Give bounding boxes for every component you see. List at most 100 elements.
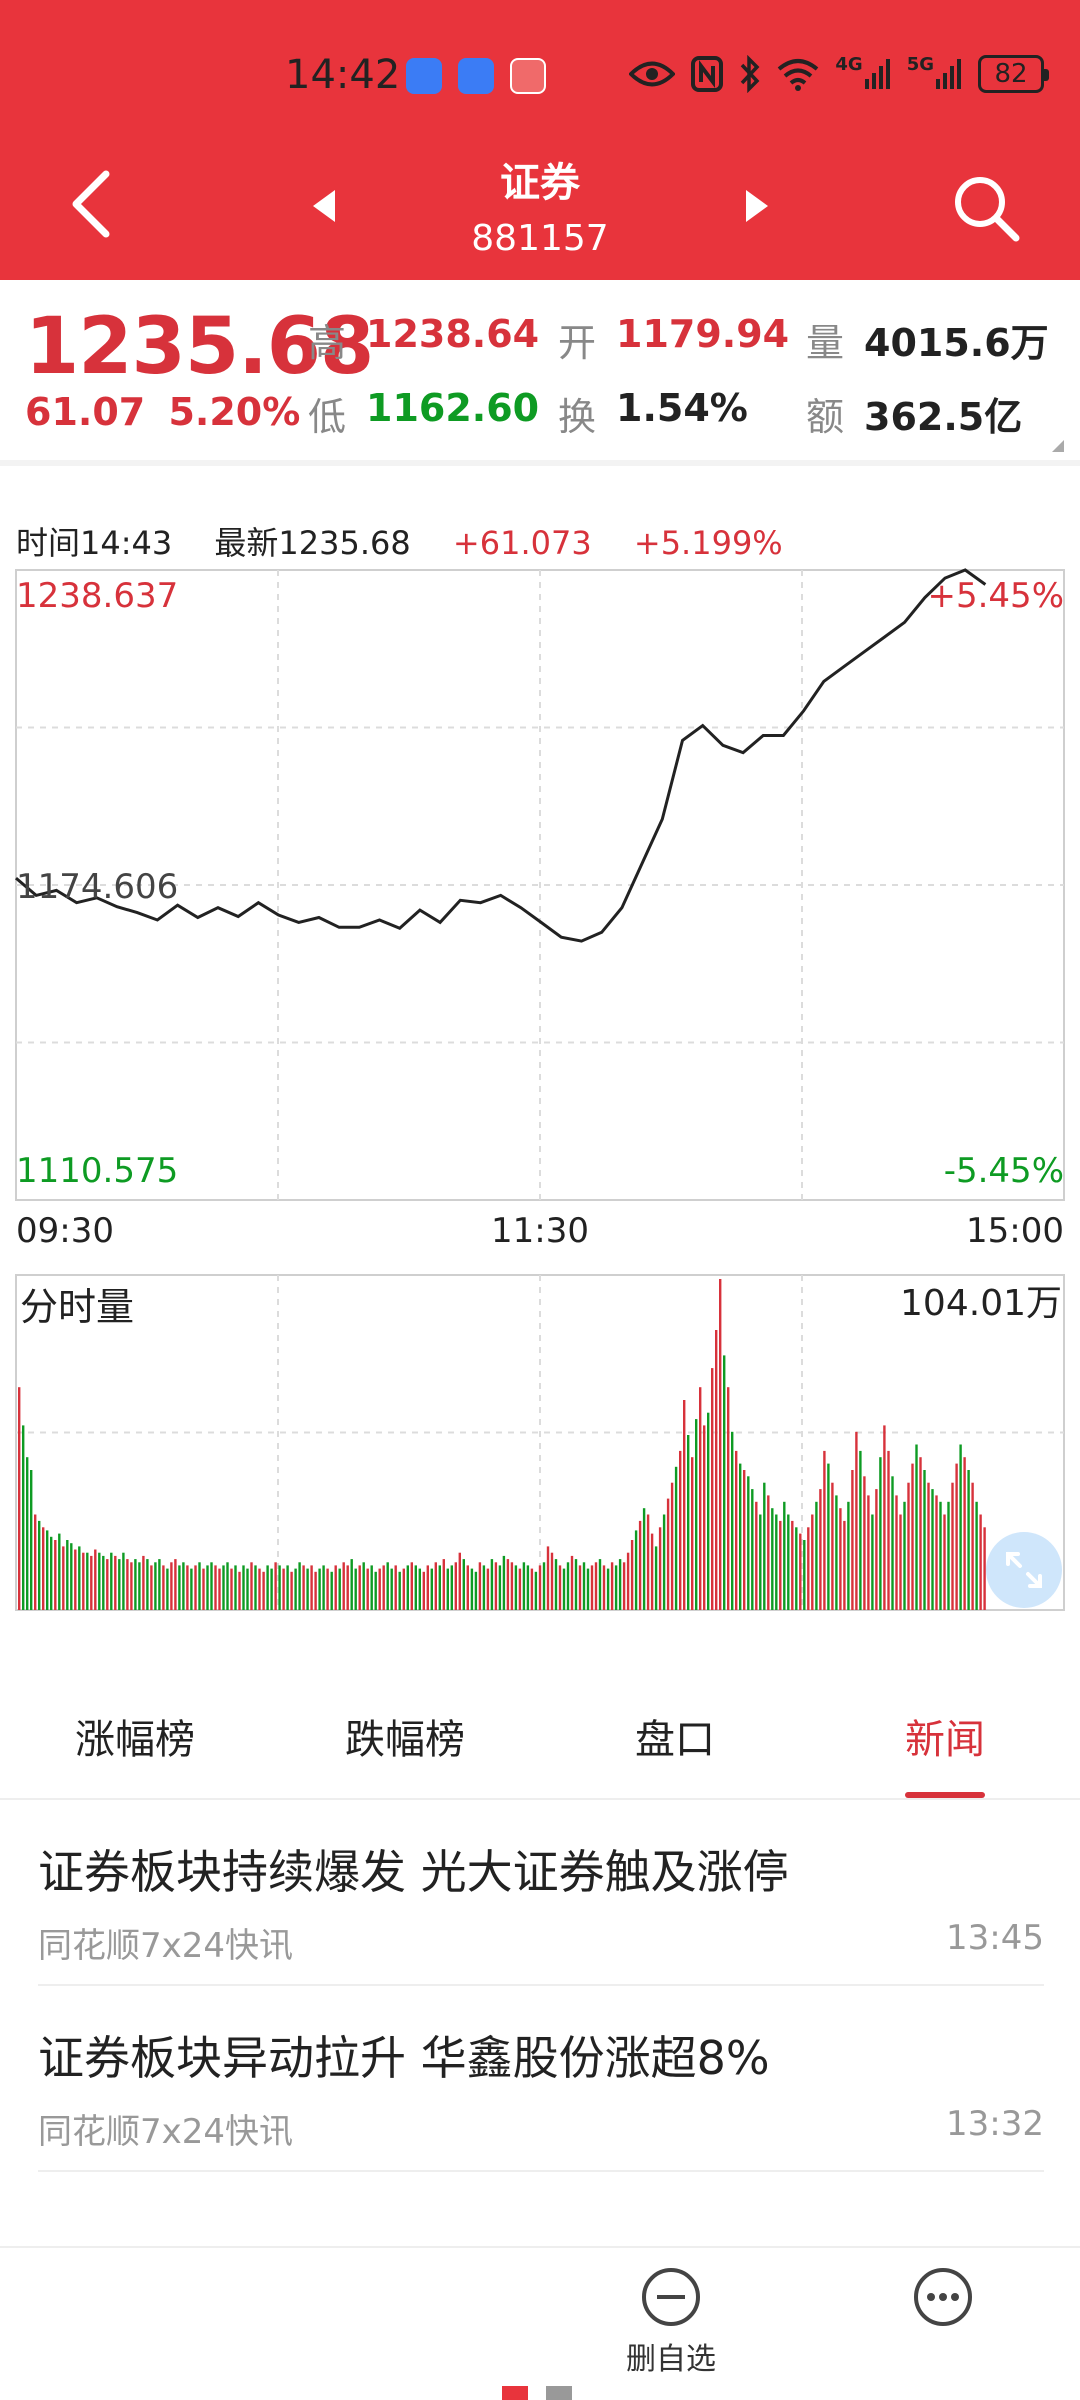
- volume-bar: [438, 1565, 441, 1610]
- volume-bar: [426, 1565, 429, 1610]
- volume-bar: [598, 1559, 602, 1610]
- expand-corner-icon[interactable]: [1052, 440, 1064, 452]
- battery-icon: 82: [978, 55, 1049, 93]
- volume-bar: [679, 1450, 682, 1610]
- volume-bar: [586, 1568, 590, 1610]
- volume-bar: [827, 1463, 830, 1610]
- news-item[interactable]: 证券板块持续爆发 光大证券触及涨停 同花顺7x24快讯 13:45: [38, 1800, 1044, 1986]
- volume-bar: [74, 1549, 77, 1610]
- volume-bar: [366, 1568, 369, 1610]
- next-stock-button[interactable]: [736, 186, 776, 226]
- volume-bar: [434, 1562, 437, 1610]
- tab-news[interactable]: 新闻: [810, 1690, 1080, 1798]
- volume-bar: [182, 1562, 185, 1610]
- volume-bar: [715, 1330, 718, 1610]
- volume-bar: [510, 1562, 514, 1610]
- volume-bar: [971, 1482, 974, 1610]
- news-item[interactable]: 证券板块异动拉升 华鑫股份涨超8% 同花顺7x24快讯 13:32: [38, 1986, 1044, 2172]
- volume-bar: [254, 1565, 257, 1610]
- intraday-chart[interactable]: 1238.637 1174.606 1110.575 +5.45% -5.45%…: [0, 560, 1080, 1620]
- volume-bar: [891, 1476, 894, 1610]
- volume-bar: [226, 1562, 229, 1610]
- tab-top-gainers[interactable]: 涨幅榜: [0, 1690, 270, 1798]
- volume-bar: [610, 1562, 614, 1610]
- volume-bar: [466, 1565, 469, 1610]
- volume-bar: [915, 1444, 918, 1610]
- volume-bar: [278, 1565, 281, 1610]
- volume-bar: [570, 1555, 574, 1610]
- volume-bar: [398, 1571, 401, 1610]
- volume-bar: [683, 1400, 686, 1610]
- volume-bar: [767, 1495, 770, 1610]
- volume-bar: [274, 1562, 277, 1610]
- volume-bar: [534, 1571, 538, 1610]
- app-notification-icon-3: [510, 58, 546, 94]
- volume-bar: [743, 1470, 746, 1610]
- volume-bar: [955, 1463, 958, 1610]
- volume-bar: [695, 1419, 698, 1610]
- volume-bar: [614, 1565, 618, 1610]
- volume-bar: [338, 1568, 341, 1610]
- volume-bar: [707, 1412, 710, 1610]
- volume-bar: [206, 1565, 209, 1610]
- more-button[interactable]: [914, 2268, 972, 2326]
- search-button[interactable]: [950, 172, 1022, 244]
- volume-bar: [823, 1450, 826, 1610]
- volume-bar: [222, 1565, 225, 1610]
- volume-bars: [18, 1279, 986, 1610]
- volume-bar: [574, 1559, 578, 1610]
- volume-bar: [558, 1565, 562, 1610]
- volume-chart-label: 分时量: [20, 1285, 135, 1329]
- remove-watchlist-button[interactable]: 删自选: [626, 2268, 716, 2378]
- volume-bar: [859, 1450, 862, 1610]
- volume-bar: [775, 1514, 778, 1610]
- bluetooth-icon: [739, 54, 761, 94]
- volume-bar: [318, 1568, 321, 1610]
- battery-level: 82: [994, 59, 1028, 89]
- volume-bar: [502, 1555, 506, 1610]
- volume-bar: [803, 1540, 806, 1610]
- page-indicator: [502, 2386, 572, 2400]
- turnover-label: 换: [558, 395, 597, 439]
- volume-bar: [342, 1562, 345, 1610]
- volume-bar: [895, 1495, 898, 1610]
- volume-bar: [334, 1565, 337, 1610]
- tab-order-book[interactable]: 盘口: [540, 1690, 810, 1798]
- volume-bar: [546, 1546, 550, 1610]
- volume-bar: [903, 1501, 906, 1610]
- volume-bar: [863, 1476, 866, 1610]
- volume-bar: [731, 1431, 734, 1610]
- volume-bar: [114, 1555, 117, 1610]
- volume-bar: [270, 1568, 273, 1610]
- volume-bar: [202, 1568, 205, 1610]
- volume-bar: [747, 1476, 750, 1610]
- volume-bar: [594, 1562, 598, 1610]
- amount-value: 362.5亿: [864, 395, 1023, 439]
- y-label-middle: 1174.606: [16, 867, 178, 907]
- volume-bar: [727, 1387, 730, 1610]
- volume-bar: [875, 1489, 878, 1610]
- bottom-action-bar: 删自选: [0, 2246, 1080, 2400]
- news-time: 13:32: [946, 2104, 1044, 2144]
- y-label-bottom: 1110.575: [16, 1151, 178, 1191]
- volume-bar: [170, 1562, 173, 1610]
- volume-bar: [606, 1568, 610, 1610]
- network-5g-label: 5G: [906, 54, 934, 75]
- volume-bar: [94, 1549, 97, 1610]
- volume-bar: [843, 1520, 846, 1610]
- volume-bar: [919, 1457, 922, 1610]
- volume-bar: [578, 1565, 582, 1610]
- volume-bar: [851, 1470, 854, 1610]
- tab-bar: 涨幅榜 跌幅榜 盘口 新闻: [0, 1690, 1080, 1800]
- volume-bar: [490, 1559, 494, 1610]
- volume-bar: [815, 1501, 818, 1610]
- volume-bar: [362, 1562, 365, 1610]
- volume-bar: [378, 1568, 381, 1610]
- volume-bar: [582, 1562, 586, 1610]
- volume-label: 量: [806, 321, 845, 365]
- volume-bar: [146, 1559, 149, 1610]
- tab-top-losers[interactable]: 跌幅榜: [270, 1690, 540, 1798]
- volume-bar: [422, 1571, 425, 1610]
- fullscreen-button[interactable]: [986, 1532, 1062, 1608]
- volume-bar: [150, 1565, 153, 1610]
